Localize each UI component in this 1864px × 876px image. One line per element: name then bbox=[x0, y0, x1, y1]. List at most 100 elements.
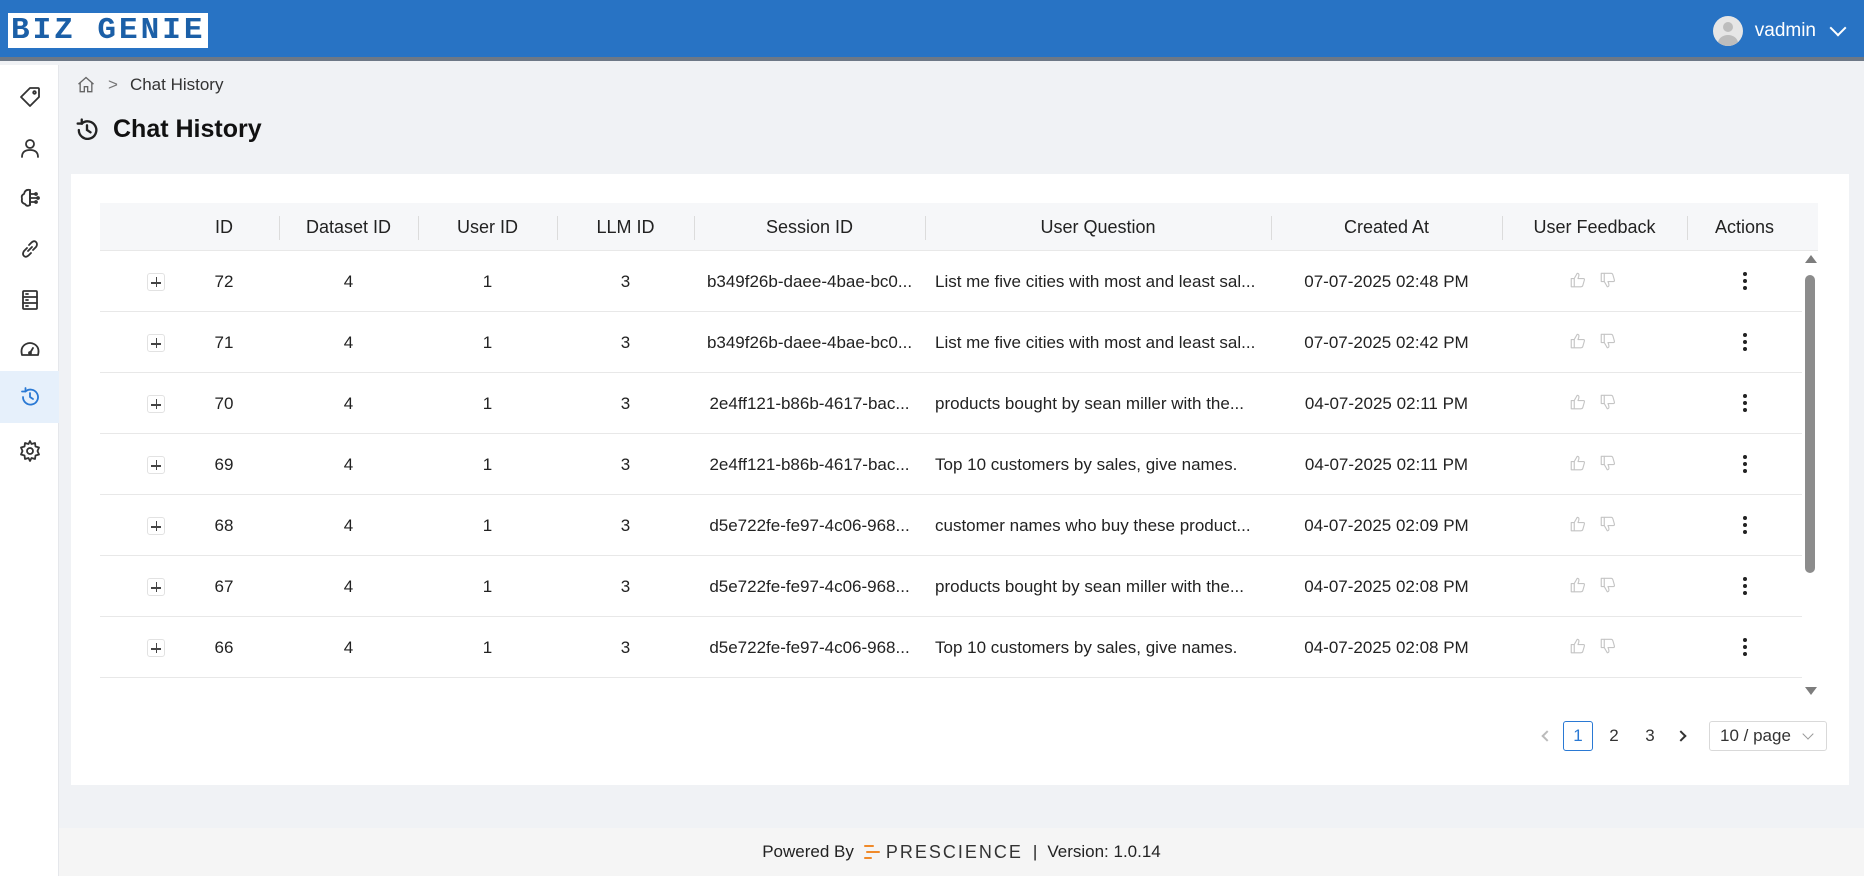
cell-llm-id: 3 bbox=[620, 455, 631, 474]
column-header-session-id[interactable]: Session ID bbox=[694, 203, 925, 251]
cell-user-question: Top 10 customers by sales, give names. bbox=[935, 455, 1238, 474]
next-page-button[interactable] bbox=[1671, 721, 1695, 751]
thumbs-up-icon[interactable] bbox=[1569, 637, 1589, 657]
column-header-created-at[interactable]: Created At bbox=[1271, 203, 1502, 251]
cell-session-id: d5e722fe-fe97-4c06-968... bbox=[709, 638, 910, 657]
sidebar bbox=[0, 65, 59, 876]
cell-user-question: List me five cities with most and least … bbox=[935, 333, 1256, 352]
row-actions-more-icon[interactable] bbox=[1733, 635, 1757, 659]
sidebar-item-tags[interactable] bbox=[0, 71, 59, 123]
thumbs-up-icon[interactable] bbox=[1569, 271, 1589, 291]
page-title: Chat History bbox=[73, 115, 262, 144]
cell-user-question: Top 10 customers by sales, give names. bbox=[935, 638, 1238, 657]
thumbs-up-icon[interactable] bbox=[1569, 332, 1589, 352]
sidebar-item-chat-history[interactable] bbox=[0, 371, 59, 423]
powered-by-label: Powered By bbox=[762, 842, 854, 861]
prev-page-button[interactable] bbox=[1533, 721, 1557, 751]
cell-dataset-id: 4 bbox=[343, 272, 354, 291]
scroll-up-arrow-icon[interactable] bbox=[1805, 255, 1817, 263]
sidebar-item-dashboard[interactable] bbox=[0, 324, 59, 376]
thumbs-up-icon[interactable] bbox=[1569, 393, 1589, 413]
column-header-id[interactable]: ID bbox=[190, 203, 258, 251]
row-actions-more-icon[interactable] bbox=[1733, 330, 1757, 354]
sidebar-item-settings[interactable] bbox=[0, 425, 59, 477]
table-row: 70 4 1 3 2e4ff121-b86b-4617-bac... produ… bbox=[100, 373, 1802, 434]
thumbs-down-icon[interactable] bbox=[1599, 393, 1619, 413]
scroll-down-arrow-icon[interactable] bbox=[1805, 687, 1817, 695]
top-header: BIZ GENIE vadmin bbox=[0, 0, 1864, 61]
thumbs-down-icon[interactable] bbox=[1599, 637, 1619, 657]
thumbs-down-icon[interactable] bbox=[1599, 332, 1619, 352]
cell-llm-id: 3 bbox=[620, 516, 631, 535]
thumbs-up-icon[interactable] bbox=[1569, 454, 1589, 474]
column-header-dataset-id[interactable]: Dataset ID bbox=[279, 203, 418, 251]
column-header-llm-id[interactable]: LLM ID bbox=[557, 203, 694, 251]
chevron-down-icon[interactable] bbox=[1829, 19, 1847, 37]
table-row: 67 4 1 3 d5e722fe-fe97-4c06-968... produ… bbox=[100, 556, 1802, 617]
cell-dataset-id: 4 bbox=[343, 577, 354, 596]
expand-row-button[interactable] bbox=[147, 578, 165, 596]
expand-row-button[interactable] bbox=[147, 395, 165, 413]
thumbs-down-icon[interactable] bbox=[1599, 454, 1619, 474]
cell-id: 66 bbox=[214, 638, 234, 657]
column-header-user-question[interactable]: User Question bbox=[925, 203, 1271, 251]
scrollbar-thumb[interactable] bbox=[1805, 275, 1815, 573]
gear-icon bbox=[19, 440, 40, 462]
expand-row-button[interactable] bbox=[147, 273, 165, 291]
cell-dataset-id: 4 bbox=[343, 394, 354, 413]
page-title-text: Chat History bbox=[113, 115, 262, 143]
app-logo[interactable]: BIZ GENIE bbox=[8, 13, 209, 48]
sidebar-item-connections[interactable] bbox=[0, 223, 59, 275]
cell-llm-id: 3 bbox=[620, 272, 631, 291]
cell-user-question: products bought by sean miller with the.… bbox=[935, 577, 1244, 596]
page-1-button[interactable]: 1 bbox=[1563, 721, 1593, 751]
row-actions-more-icon[interactable] bbox=[1733, 574, 1757, 598]
avatar[interactable] bbox=[1712, 16, 1743, 46]
cell-dataset-id: 4 bbox=[343, 638, 354, 657]
cell-created-at: 07-07-2025 02:42 PM bbox=[1304, 333, 1469, 352]
thumbs-up-icon[interactable] bbox=[1569, 576, 1589, 596]
page-3-button[interactable]: 3 bbox=[1635, 721, 1665, 751]
cell-llm-id: 3 bbox=[620, 638, 631, 657]
thumbs-down-icon[interactable] bbox=[1599, 576, 1619, 596]
cell-created-at: 04-07-2025 02:08 PM bbox=[1304, 638, 1469, 657]
expand-row-button[interactable] bbox=[147, 456, 165, 474]
user-menu[interactable]: vadmin bbox=[1712, 14, 1847, 48]
row-actions-more-icon[interactable] bbox=[1733, 391, 1757, 415]
sidebar-item-users[interactable] bbox=[0, 122, 59, 174]
cell-user-id: 1 bbox=[482, 394, 493, 413]
row-actions-more-icon[interactable] bbox=[1733, 513, 1757, 537]
expand-row-button[interactable] bbox=[147, 334, 165, 352]
dashboard-gauge-icon bbox=[20, 342, 39, 356]
table-header: ID Dataset ID User ID LLM ID Session ID … bbox=[100, 203, 1818, 251]
row-actions-more-icon[interactable] bbox=[1733, 452, 1757, 476]
sidebar-item-datasets[interactable] bbox=[0, 274, 59, 326]
home-icon[interactable] bbox=[76, 75, 96, 95]
column-header-user-feedback[interactable]: User Feedback bbox=[1502, 203, 1687, 251]
row-actions-more-icon[interactable] bbox=[1733, 269, 1757, 293]
thumbs-down-icon[interactable] bbox=[1599, 515, 1619, 535]
table-row: 69 4 1 3 2e4ff121-b86b-4617-bac... Top 1… bbox=[100, 434, 1802, 495]
cell-session-id: d5e722fe-fe97-4c06-968... bbox=[709, 577, 910, 596]
table-row: 68 4 1 3 d5e722fe-fe97-4c06-968... custo… bbox=[100, 495, 1802, 556]
thumbs-up-icon[interactable] bbox=[1569, 515, 1589, 535]
column-header-actions[interactable]: Actions bbox=[1687, 203, 1802, 251]
sidebar-item-models[interactable] bbox=[0, 172, 59, 224]
table-scrollbar[interactable] bbox=[1802, 251, 1818, 699]
cell-llm-id: 3 bbox=[620, 333, 631, 352]
version-label: Version: 1.0.14 bbox=[1047, 842, 1161, 861]
cell-created-at: 04-07-2025 02:11 PM bbox=[1304, 455, 1469, 474]
page-2-button[interactable]: 2 bbox=[1599, 721, 1629, 751]
brand-name: PRESCIENCE bbox=[885, 841, 1023, 862]
brain-icon bbox=[20, 188, 40, 207]
expand-row-button[interactable] bbox=[147, 517, 165, 535]
cell-session-id: b349f26b-daee-4bae-bc0... bbox=[706, 272, 913, 291]
history-icon bbox=[20, 387, 39, 406]
column-header-user-id[interactable]: User ID bbox=[418, 203, 557, 251]
cell-user-id: 1 bbox=[482, 272, 493, 291]
page-size-select[interactable]: 10 / page bbox=[1709, 721, 1827, 751]
cell-user-question: List me five cities with most and least … bbox=[935, 272, 1256, 291]
username[interactable]: vadmin bbox=[1755, 20, 1816, 42]
expand-row-button[interactable] bbox=[147, 639, 165, 657]
thumbs-down-icon[interactable] bbox=[1599, 271, 1619, 291]
